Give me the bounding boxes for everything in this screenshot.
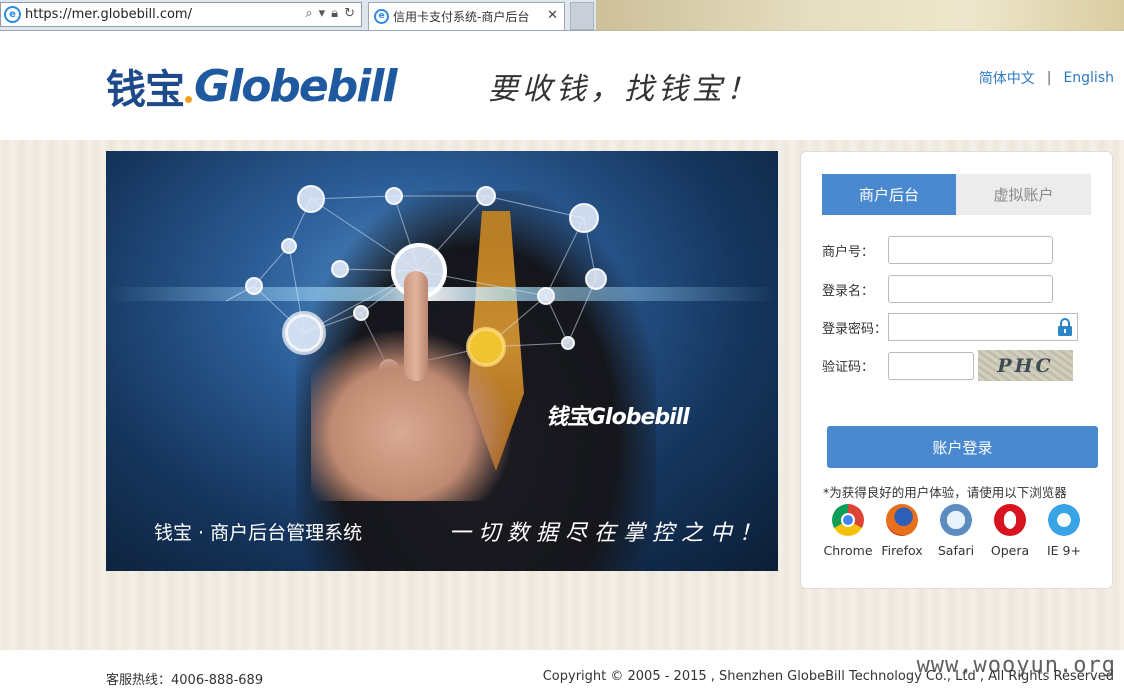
logo-cn: 钱宝 bbox=[106, 67, 185, 113]
site-header: 钱宝 Globebill 要收钱，找钱宝！ 简体中文 | English bbox=[0, 31, 1124, 140]
blurred-tab-area bbox=[596, 0, 1124, 31]
browser-safari-label: Safari bbox=[937, 543, 975, 558]
browser-firefox[interactable]: Firefox bbox=[875, 504, 929, 558]
logo-dot bbox=[185, 95, 192, 103]
banner-finger bbox=[404, 271, 428, 381]
password-input[interactable] bbox=[888, 313, 1078, 341]
browser-tab[interactable]: e 信用卡支付系统-商户后台 ✕ bbox=[368, 2, 565, 30]
slogan: 要收钱，找钱宝！ bbox=[488, 72, 760, 107]
username-input[interactable] bbox=[888, 275, 1053, 303]
login-button[interactable]: 账户登录 bbox=[827, 426, 1098, 468]
dropdown-icon[interactable]: ▾ bbox=[319, 6, 326, 21]
chrome-icon bbox=[832, 504, 864, 536]
browser-safari[interactable]: Safari bbox=[929, 504, 983, 558]
browser-firefox-label: Firefox bbox=[881, 543, 923, 558]
banner-title: 钱宝 · 商户后台管理系统 bbox=[154, 522, 363, 544]
ie-browser-icon bbox=[1048, 504, 1080, 536]
ie-tab-icon: e bbox=[374, 9, 389, 24]
login-tabs: 商户后台 虚拟账户 bbox=[822, 174, 1091, 215]
captcha-input[interactable] bbox=[888, 351, 974, 380]
tab-virtual-account[interactable]: 虚拟账户 bbox=[956, 174, 1091, 215]
site-footer: 客服热线：4006-888-689 Copyright © 2005 - 201… bbox=[0, 650, 1124, 694]
logo-en: Globebill bbox=[194, 60, 398, 112]
watermark: www.wooyun.org bbox=[916, 653, 1116, 678]
service-hotline: 客服热线：4006-888-689 bbox=[106, 673, 264, 688]
lang-en-link[interactable]: English bbox=[1063, 70, 1114, 86]
browser-chrome[interactable]: Chrome bbox=[821, 504, 875, 558]
opera-icon bbox=[994, 504, 1026, 536]
browser-list: Chrome Firefox Safari Opera IE 9+ bbox=[821, 504, 1091, 558]
captcha-image[interactable]: PHC bbox=[978, 350, 1073, 381]
close-tab-icon[interactable]: ✕ bbox=[547, 8, 558, 23]
new-tab-button[interactable] bbox=[570, 2, 594, 30]
login-panel: 商户后台 虚拟账户 商户号： 登录名： 登录密码： 验证码： PHC 账户登录 … bbox=[800, 151, 1113, 589]
username-label: 登录名： bbox=[822, 283, 875, 299]
firefox-icon bbox=[886, 504, 918, 536]
captcha-label: 验证码： bbox=[822, 360, 875, 375]
refresh-icon[interactable]: ↻ bbox=[344, 6, 355, 21]
language-switch: 简体中文 | English bbox=[979, 68, 1114, 88]
lock-icon[interactable]: 🔒︎ bbox=[331, 6, 338, 21]
lang-cn-link[interactable]: 简体中文 bbox=[979, 68, 1035, 88]
site-logo[interactable]: 钱宝 Globebill bbox=[106, 60, 398, 114]
merchant-no-row: 商户号： bbox=[822, 236, 1053, 264]
browser-ie-label: IE 9+ bbox=[1047, 543, 1081, 558]
padlock-icon bbox=[1058, 318, 1072, 336]
merchant-no-label: 商户号： bbox=[822, 244, 875, 260]
browser-opera[interactable]: Opera bbox=[983, 504, 1037, 558]
main-content: 钱宝Globebill 钱宝 · 商户后台管理系统 一切数据尽在掌控之中！ 商户… bbox=[0, 140, 1124, 650]
lang-separator: | bbox=[1046, 70, 1052, 86]
tab-merchant[interactable]: 商户后台 bbox=[822, 174, 956, 215]
address-bar[interactable]: e https://mer.globebill.com/ ⌕ ▾ 🔒︎ ↻ bbox=[0, 2, 362, 27]
search-icon[interactable]: ⌕ bbox=[305, 6, 312, 21]
address-controls: ⌕ ▾ 🔒︎ ↻ bbox=[305, 6, 355, 21]
browser-chrome-label: Chrome bbox=[823, 543, 873, 558]
tab-title: 信用卡支付系统-商户后台 bbox=[393, 10, 530, 24]
password-label: 登录密码： bbox=[822, 321, 888, 337]
password-row: 登录密码： bbox=[822, 313, 1078, 341]
browser-toolbar: e https://mer.globebill.com/ ⌕ ▾ 🔒︎ ↻ e … bbox=[0, 0, 1124, 31]
banner-tagline: 一切数据尽在掌控之中！ bbox=[449, 521, 769, 546]
captcha-row: 验证码： PHC bbox=[822, 350, 1073, 381]
ie-icon: e bbox=[4, 6, 21, 23]
username-row: 登录名： bbox=[822, 275, 1053, 303]
address-url[interactable]: https://mer.globebill.com/ bbox=[25, 7, 192, 22]
safari-icon bbox=[940, 504, 972, 536]
browser-opera-label: Opera bbox=[990, 543, 1030, 558]
browser-tip: *为获得良好的用户体验，请使用以下浏览器 bbox=[823, 485, 1067, 500]
browser-ie[interactable]: IE 9+ bbox=[1037, 504, 1091, 558]
merchant-no-input[interactable] bbox=[888, 236, 1053, 264]
hero-banner: 钱宝Globebill 钱宝 · 商户后台管理系统 一切数据尽在掌控之中！ bbox=[106, 151, 778, 571]
banner-logo: 钱宝Globebill bbox=[546, 405, 690, 430]
